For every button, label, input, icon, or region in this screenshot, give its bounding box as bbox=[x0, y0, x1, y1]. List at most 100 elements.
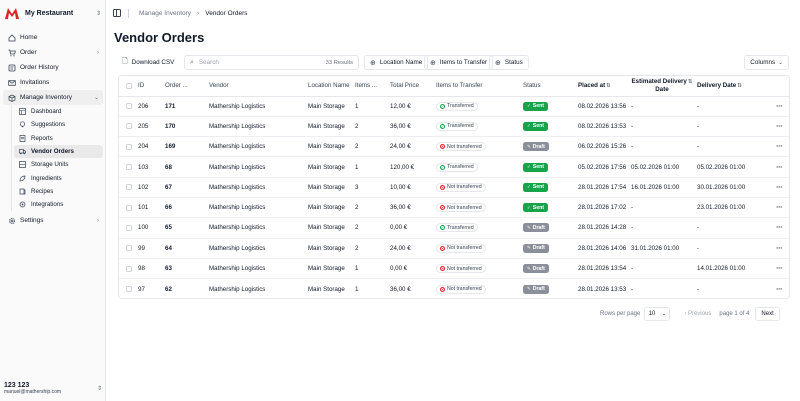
row-more-icon[interactable]: ⋯ bbox=[768, 238, 789, 259]
sidebar-item-reports[interactable]: Reports bbox=[14, 132, 103, 145]
row-more-icon[interactable]: ⋯ bbox=[768, 177, 789, 198]
status-badge: ✓ Sent bbox=[523, 203, 549, 213]
cell-order: 171 bbox=[163, 96, 207, 117]
table-row[interactable]: 97 62 Mathership Logistics Main Storage 1 36,… bbox=[119, 279, 789, 298]
transfer-label: Not transferred bbox=[447, 184, 482, 191]
table-row[interactable]: 102 67 Mathership Logistics Main Storage 3 10… bbox=[119, 177, 789, 198]
cell-items: 1 bbox=[355, 285, 359, 293]
select-all-checkbox[interactable] bbox=[126, 82, 132, 89]
cell-placed: 28.01.2026 13:54 bbox=[576, 258, 629, 280]
cell-items: 2 bbox=[353, 136, 388, 158]
sidebar-toggle-icon[interactable] bbox=[113, 9, 121, 17]
row-checkbox[interactable] bbox=[126, 265, 132, 272]
sidebar-item-suggestions[interactable]: Suggestions bbox=[14, 118, 103, 131]
cell-transfer: ✓ Transferred bbox=[434, 156, 521, 178]
user-menu[interactable]: 123 123 manuel@mathership.com ⇕ bbox=[4, 379, 102, 397]
cell-id: 100 bbox=[136, 217, 163, 239]
transfer-label: Not transferred bbox=[447, 143, 482, 150]
search-input[interactable] bbox=[198, 59, 326, 66]
header-order[interactable]: Order ... bbox=[163, 76, 207, 97]
table-row[interactable]: 99 64 Mathership Logistics Main Storage 2 24,… bbox=[119, 238, 789, 259]
header-est-delivery[interactable]: Estimated Delivery⇅ Date bbox=[629, 76, 695, 97]
filter-status-button[interactable]: ⊕ Status bbox=[489, 55, 529, 70]
table-row[interactable]: 204 169 Mathership Logistics Main Storage 2 2… bbox=[119, 136, 789, 158]
header-delivery[interactable]: Delivery Date⇅ bbox=[695, 76, 768, 97]
sidebar-item-label: Home bbox=[20, 34, 38, 41]
header-status[interactable]: Status bbox=[521, 76, 576, 97]
row-checkbox[interactable] bbox=[126, 103, 132, 110]
sidebar-item-settings[interactable]: Settings › bbox=[3, 213, 103, 228]
sidebar-item-storage-units[interactable]: Storage Units bbox=[14, 158, 103, 171]
table-row[interactable]: 205 170 Mathership Logistics Main Storage 2 3… bbox=[119, 116, 789, 138]
cell-vendor: Mathership Logistics bbox=[207, 258, 306, 280]
cell-order: 65 bbox=[163, 217, 207, 239]
chevron-updown-icon: ⇕ bbox=[96, 385, 102, 392]
status-label: Sent bbox=[532, 164, 545, 171]
transfer-label: Transferred bbox=[447, 164, 474, 171]
plus-circle-icon: ⊕ bbox=[430, 59, 436, 67]
header-total[interactable]: Total Price bbox=[388, 76, 434, 97]
row-more-icon[interactable]: ⋯ bbox=[768, 156, 789, 178]
row-checkbox[interactable] bbox=[126, 204, 132, 211]
row-more-icon[interactable]: ⋯ bbox=[768, 197, 789, 219]
table-row[interactable]: 101 66 Mathership Logistics Main Storage 2 36… bbox=[119, 197, 789, 219]
next-label: Next bbox=[761, 310, 774, 317]
filter-transfer-button[interactable]: ⊕ Items to Transfer bbox=[424, 55, 494, 70]
status-icon: ✎ bbox=[527, 143, 531, 149]
table-row[interactable]: 98 63 Mathership Logistics Main Storage 1 0,0… bbox=[119, 258, 789, 280]
cell-id: 204 bbox=[136, 136, 163, 158]
row-more-icon[interactable]: ⋯ bbox=[768, 116, 789, 138]
rows-per-page-select[interactable]: 10 ⌄ bbox=[644, 306, 671, 321]
row-checkbox[interactable] bbox=[126, 143, 132, 150]
sidebar-item-manage-inventory[interactable]: Manage Inventory ⌄ bbox=[3, 90, 103, 105]
row-checkbox[interactable] bbox=[126, 245, 132, 252]
header-id[interactable]: ID bbox=[136, 76, 163, 97]
user-name: 123 123 bbox=[4, 381, 30, 389]
cell-placed: 05.02.2026 17:56 bbox=[576, 156, 629, 178]
sidebar-item-ingredients[interactable]: Ingredients bbox=[14, 171, 103, 184]
row-checkbox[interactable] bbox=[126, 184, 132, 191]
row-checkbox[interactable] bbox=[126, 286, 132, 293]
header-location[interactable]: Location Name bbox=[306, 76, 353, 97]
table-row[interactable]: 206 171 Mathership Logistics Main Storage 1 1… bbox=[119, 96, 789, 117]
row-checkbox[interactable] bbox=[126, 123, 132, 130]
breadcrumb-parent[interactable]: Manage Inventory bbox=[139, 10, 191, 17]
restaurant-switcher[interactable]: My Restaurant ⇕ bbox=[5, 6, 101, 20]
header-items[interactable]: Items ... bbox=[353, 76, 388, 97]
columns-button[interactable]: Columns ⌄ bbox=[744, 55, 789, 70]
next-button[interactable]: Next bbox=[755, 306, 780, 321]
integrations-icon bbox=[18, 200, 27, 209]
header-vendor[interactable]: Vendor bbox=[207, 76, 306, 97]
transfer-status-icon: ✓ bbox=[440, 225, 445, 231]
sidebar-item-order-history[interactable]: Order History bbox=[3, 60, 103, 75]
cell-order: 68 bbox=[163, 156, 207, 178]
table-row[interactable]: 100 65 Mathership Logistics Main Storage 2 0,… bbox=[119, 217, 789, 239]
sidebar-item-home[interactable]: Home bbox=[3, 30, 103, 45]
cell-delivery: - bbox=[695, 116, 768, 138]
cell-delivery: - bbox=[695, 217, 768, 239]
row-checkbox[interactable] bbox=[126, 224, 132, 231]
table-header-row: ID Order ... Vendor Location Name Items … bbox=[119, 76, 789, 97]
header-transfer[interactable]: Items to Transfer bbox=[434, 76, 521, 97]
row-more-icon[interactable]: ⋯ bbox=[768, 136, 789, 158]
row-more-icon[interactable]: ⋯ bbox=[768, 279, 789, 298]
sidebar-item-dashboard[interactable]: Dashboard bbox=[14, 105, 103, 118]
cell-id: 98 bbox=[136, 258, 163, 280]
cell-vendor: Mathership Logistics bbox=[209, 285, 266, 293]
sidebar-item-order[interactable]: Order › bbox=[3, 45, 103, 60]
sidebar-item-invitations[interactable]: Invitations bbox=[3, 75, 103, 90]
row-more-icon[interactable]: ⋯ bbox=[768, 96, 789, 117]
sidebar-item-vendor-orders[interactable]: Vendor Orders bbox=[14, 144, 103, 159]
table-row[interactable]: 103 68 Mathership Logistics Main Storage 1 12… bbox=[119, 156, 789, 178]
status-label: Sent bbox=[532, 184, 545, 191]
cell-vendor: Mathership Logistics bbox=[207, 217, 306, 239]
previous-button[interactable]: ‹ Previous bbox=[684, 311, 711, 317]
filter-location-button[interactable]: ⊕ Location Name bbox=[364, 55, 429, 70]
download-csv-button[interactable]: 🗋 Download CSV bbox=[122, 55, 174, 70]
row-more-icon[interactable]: ⋯ bbox=[768, 258, 789, 280]
row-checkbox[interactable] bbox=[126, 164, 132, 171]
row-more-icon[interactable]: ⋯ bbox=[768, 217, 789, 239]
header-placed[interactable]: Placed at⇅ bbox=[576, 76, 629, 97]
sidebar-item-integrations[interactable]: Integrations bbox=[14, 198, 103, 211]
sidebar-item-recipes[interactable]: Recipes bbox=[14, 185, 103, 198]
